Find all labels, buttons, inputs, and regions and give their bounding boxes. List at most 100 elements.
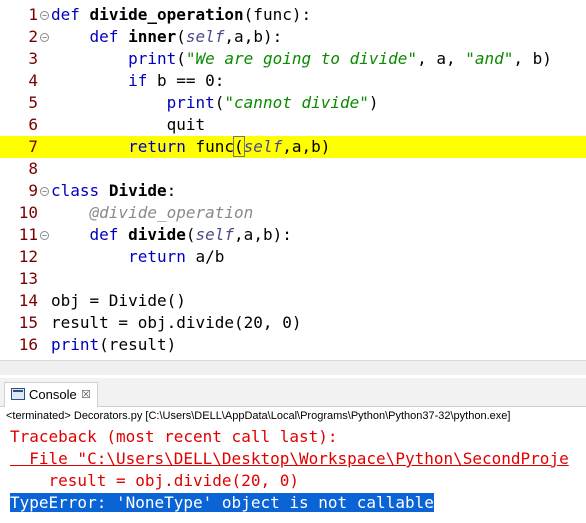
- line-number: 13: [18, 269, 38, 288]
- code-token: print: [166, 93, 215, 112]
- code-token: quit: [51, 115, 206, 134]
- code-text: return a/b: [51, 246, 224, 268]
- code-token: (func):: [243, 5, 312, 24]
- code-line[interactable]: 12 return a/b: [0, 246, 586, 268]
- console-tab-bar: Console ☒: [0, 378, 586, 407]
- line-number: 6: [28, 115, 38, 134]
- pane-splitter[interactable]: [0, 360, 586, 375]
- line-gutter: 14: [0, 290, 50, 312]
- line-number: 10: [18, 203, 38, 222]
- code-token: self: [243, 137, 283, 156]
- code-token: @divide_operation: [89, 203, 254, 222]
- line-gutter: 6: [0, 114, 50, 136]
- line-gutter: 16: [0, 334, 50, 356]
- code-line[interactable]: 16 print(result): [0, 334, 586, 356]
- process-status: <terminated> Decorators.py [C:\Users\DEL…: [6, 410, 511, 422]
- code-text: def divide_operation(func):: [51, 4, 311, 26]
- console-output[interactable]: Traceback (most recent call last): File …: [0, 424, 586, 523]
- code-token: , a,: [417, 49, 466, 68]
- line-number: 1: [28, 5, 38, 24]
- line-gutter: 9: [0, 180, 50, 202]
- code-token: ,a,b): [282, 137, 331, 156]
- code-editor[interactable]: 1def divide_operation(func):2 def inner(…: [0, 0, 586, 360]
- code-line[interactable]: 4 if b == 0:: [0, 70, 586, 92]
- fold-collapse-icon[interactable]: [40, 231, 49, 240]
- line-gutter: 4: [0, 70, 50, 92]
- error-message: TypeError: 'NoneType' object is not call…: [10, 492, 434, 514]
- code-line[interactable]: 9 class Divide:: [0, 180, 586, 202]
- line-gutter: 2: [0, 26, 50, 48]
- code-line[interactable]: 6 quit: [0, 114, 586, 136]
- code-token: print: [51, 335, 100, 354]
- code-token: (: [233, 136, 245, 157]
- line-number: 4: [28, 71, 38, 90]
- code-token: ,a,b):: [234, 225, 292, 244]
- code-text: if b == 0:: [51, 70, 224, 92]
- code-line[interactable]: 2 def inner(self,a,b):: [0, 26, 586, 48]
- code-line[interactable]: 1 def divide_operation(func):: [0, 4, 586, 26]
- code-text: obj = Divide(): [51, 290, 186, 312]
- fold-collapse-icon[interactable]: [40, 11, 49, 20]
- code-line[interactable]: 14 obj = Divide(): [0, 290, 586, 312]
- code-text: quit: [51, 114, 206, 136]
- fold-collapse-icon[interactable]: [40, 187, 49, 196]
- tab-console[interactable]: Console ☒: [4, 382, 98, 407]
- line-gutter: 13: [0, 268, 50, 290]
- tab-console-label: Console: [29, 387, 77, 402]
- code-line[interactable]: 11 def divide(self,a,b):: [0, 224, 586, 246]
- line-gutter: 10: [0, 202, 50, 224]
- fold-collapse-icon[interactable]: [40, 33, 49, 42]
- code-token: ,a,b):: [224, 27, 283, 46]
- code-line[interactable]: 13: [0, 268, 586, 290]
- line-gutter: 5: [0, 92, 50, 114]
- traceback-file-link[interactable]: File "C:\Users\DELL\Desktop\Workspace\Py…: [10, 448, 568, 470]
- code-token: Divide: [108, 181, 167, 200]
- console-line-text: Traceback (most recent call last):: [10, 427, 338, 446]
- line-number: 9: [28, 181, 38, 200]
- code-token: obj = Divide(): [51, 291, 186, 310]
- line-number: 14: [18, 291, 38, 310]
- console-line: Traceback (most recent call last):: [10, 426, 338, 448]
- code-token: ): [368, 93, 379, 112]
- code-line[interactable]: 3 print("We are going to divide", a, "an…: [0, 48, 586, 70]
- code-line[interactable]: 10 @divide_operation: [0, 202, 586, 224]
- code-token: def: [89, 27, 119, 46]
- code-token: "We are going to divide": [185, 49, 418, 68]
- code-text: return func(self,a,b): [51, 136, 330, 158]
- code-token: "cannot divide": [224, 93, 369, 112]
- code-token: result = obj.divide(20, 0): [51, 313, 302, 332]
- code-line-highlighted[interactable]: 7 return func(self,a,b): [0, 136, 586, 158]
- code-line[interactable]: 8: [0, 158, 586, 180]
- code-token: (: [176, 27, 186, 46]
- code-text: result = obj.divide(20, 0): [51, 312, 301, 334]
- code-token: (result): [99, 335, 177, 354]
- code-token: inner: [128, 27, 177, 46]
- line-gutter: 1: [0, 4, 50, 26]
- console-line-text: TypeError: 'NoneType' object is not call…: [10, 493, 434, 512]
- line-number: 15: [18, 313, 38, 332]
- line-number: 2: [28, 27, 38, 46]
- code-token: def: [89, 225, 119, 244]
- line-gutter: 3: [0, 48, 50, 70]
- code-token: , b): [513, 49, 552, 68]
- line-gutter: 11: [0, 224, 50, 246]
- close-icon[interactable]: ☒: [81, 384, 91, 406]
- code-line[interactable]: 15 result = obj.divide(20, 0): [0, 312, 586, 334]
- code-line[interactable]: 5 print("cannot divide"): [0, 92, 586, 114]
- line-gutter: 7: [0, 136, 50, 158]
- code-text: print("cannot divide"): [51, 92, 379, 114]
- line-number: 8: [28, 159, 38, 178]
- code-token: func: [185, 137, 235, 156]
- code-text: def inner(self,a,b):: [51, 26, 283, 48]
- console-icon: [11, 388, 25, 400]
- line-number: 12: [18, 247, 38, 266]
- code-text: print("We are going to divide", a, "and"…: [51, 48, 552, 70]
